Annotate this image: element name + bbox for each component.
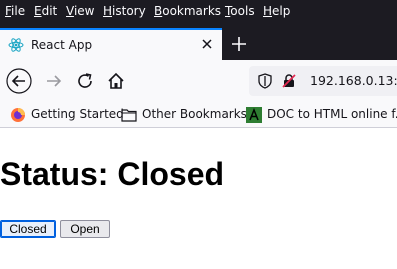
menu-tools[interactable]: Tools [225, 3, 255, 19]
bookmark-label: DOC to HTML online f... [267, 107, 397, 121]
page-content: Status: Closed Closed Open [0, 128, 397, 269]
folder-icon [121, 109, 137, 122]
bookmark-label: Getting Started [31, 107, 124, 121]
menu-file[interactable]: File [5, 3, 25, 19]
home-icon[interactable] [103, 68, 129, 94]
status-heading: Status: Closed [0, 156, 225, 192]
menu-edit[interactable]: Edit [34, 3, 57, 19]
menu-view[interactable]: View [66, 3, 94, 19]
insecure-connection-icon[interactable] [281, 73, 297, 89]
close-tab-icon[interactable] [199, 36, 215, 52]
new-tab-icon[interactable] [231, 36, 247, 52]
url-bar[interactable]: 192.168.0.13:3 [249, 66, 397, 96]
firefox-icon [11, 108, 25, 122]
reload-icon[interactable] [72, 68, 98, 94]
url-text: 192.168.0.13:3 [310, 73, 397, 88]
menu-history[interactable]: History [103, 3, 146, 19]
menu-help[interactable]: Help [263, 3, 290, 19]
open-button[interactable]: Open [60, 220, 110, 238]
menu-bookmarks[interactable]: Bookmarks [154, 3, 221, 19]
forward-icon[interactable] [41, 68, 67, 94]
back-icon[interactable] [6, 68, 32, 94]
doc-to-html-icon [246, 107, 262, 123]
bookmarks-toolbar: Getting Started Other Bookmarks DOC to H… [0, 102, 397, 128]
closed-button[interactable]: Closed [0, 220, 56, 238]
menu-bar: File Edit View History Bookmarks Tools H… [0, 0, 397, 22]
shield-icon[interactable] [257, 73, 273, 89]
tab-strip: React App [0, 22, 397, 60]
navigation-toolbar: 192.168.0.13:3 [0, 60, 397, 102]
tab-react-app[interactable]: React App [0, 28, 222, 60]
react-icon [8, 38, 24, 52]
tab-title: React App [31, 38, 93, 52]
bookmark-label: Other Bookmarks [142, 107, 247, 121]
